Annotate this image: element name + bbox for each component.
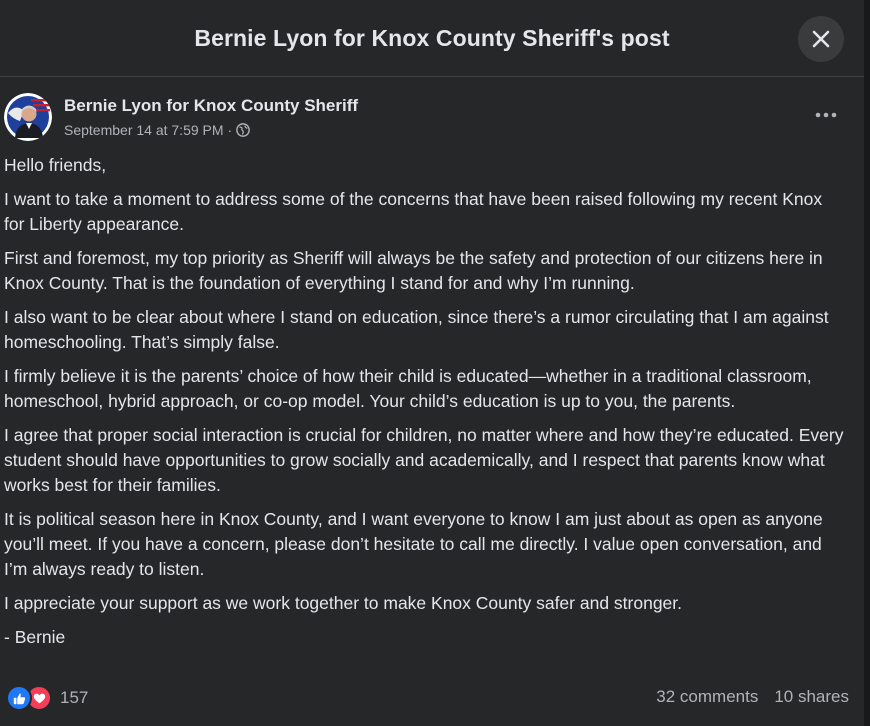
post-author-row: Bernie Lyon for Knox County Sheriff Sept… (0, 77, 864, 147)
post-paragraph: Hello friends, (4, 155, 107, 175)
avatar[interactable] (4, 93, 52, 141)
post-dialog: Bernie Lyon for Knox County Sheriff's po… (0, 0, 865, 726)
avatar-image (4, 93, 52, 141)
post-paragraph: I also want to be clear about where I st… (4, 307, 829, 352)
reaction-count: 157 (60, 688, 89, 707)
post-paragraph: I firmly believe it is the parents’ choi… (4, 366, 812, 411)
comments-count-link[interactable]: 32 comments (656, 687, 758, 707)
globe-icon (236, 123, 251, 137)
post-paragraph: I agree that proper social interaction i… (4, 425, 844, 495)
post-paragraph: It is political season here in Knox Coun… (4, 509, 823, 579)
reactions-summary[interactable]: 157 (6, 685, 88, 711)
like-reaction-icon (6, 685, 32, 711)
post-paragraph: I want to take a moment to address some … (4, 189, 823, 234)
more-options-icon (815, 112, 837, 118)
shares-count-link[interactable]: 10 shares (774, 687, 849, 707)
background-gutter (864, 0, 870, 726)
close-icon (812, 30, 830, 48)
post-timestamp[interactable]: September 14 at 7:59 PM (64, 122, 224, 138)
post-paragraph: I appreciate your support as we work tog… (4, 593, 683, 613)
post-footer: 157 32 comments 10 shares (0, 682, 864, 712)
post-body: Hello friends, I want to take a moment t… (0, 147, 864, 650)
dialog-title: Bernie Lyon for Knox County Sheriff's po… (194, 24, 670, 51)
post-paragraph: - Bernie (4, 627, 66, 647)
more-options-button[interactable] (812, 105, 840, 125)
engagement-counts: 32 comments 10 shares (656, 687, 849, 707)
author-name[interactable]: Bernie Lyon for Knox County Sheriff (64, 96, 358, 116)
dialog-header: Bernie Lyon for Knox County Sheriff's po… (0, 0, 864, 77)
post-paragraph: First and foremost, my top priority as S… (4, 248, 823, 293)
meta-separator: · (227, 122, 233, 138)
close-button[interactable] (798, 16, 844, 62)
post-meta: September 14 at 7:59 PM · (64, 122, 251, 138)
